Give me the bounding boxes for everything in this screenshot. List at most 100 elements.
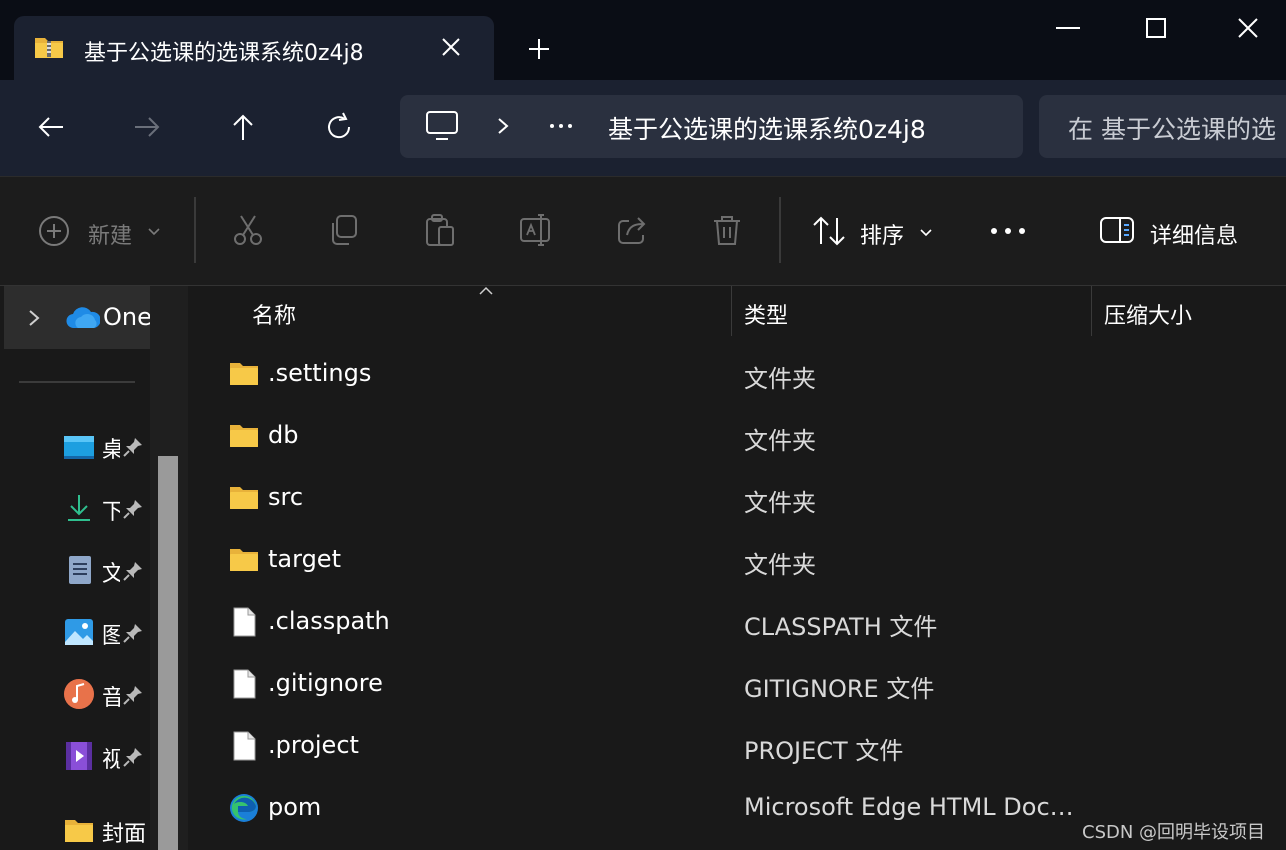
quick-access-label: 桌	[102, 438, 120, 463]
pin-icon	[123, 748, 142, 767]
pin-icon	[123, 624, 142, 643]
pin-icon	[123, 686, 142, 705]
breadcrumb-current[interactable]: 基于公选课的选课系统0z4j8	[608, 110, 926, 146]
file-row[interactable]: src 文件夹	[188, 470, 1286, 532]
this-pc-icon[interactable]	[424, 109, 460, 143]
chevron-right-icon[interactable]	[24, 307, 44, 329]
folder-icon	[230, 363, 258, 385]
minimize-icon[interactable]	[1050, 10, 1086, 46]
column-compressed-size[interactable]: 压缩大小	[1104, 298, 1192, 330]
zip-folder-icon	[35, 38, 63, 58]
quick-access-label: 下	[102, 500, 120, 525]
folder-icon	[230, 425, 258, 447]
cut-icon[interactable]	[231, 213, 265, 247]
nav-item-onedrive[interactable]: One	[4, 286, 152, 349]
file-row[interactable]: .gitignore GITIGNORE 文件	[188, 656, 1286, 718]
file-name: .project	[268, 731, 359, 759]
file-row[interactable]: .settings 文件夹	[188, 346, 1286, 408]
quick-access-pictures[interactable]: 图	[62, 612, 152, 652]
tab-active[interactable]: 基于公选课的选课系统0z4j8	[14, 16, 494, 80]
close-icon[interactable]	[1230, 10, 1266, 46]
file-row[interactable]: target 文件夹	[188, 532, 1286, 594]
folder-icon	[65, 820, 93, 842]
quick-access-videos[interactable]: 视	[62, 736, 152, 776]
file-row[interactable]: .classpath CLASSPATH 文件	[188, 594, 1286, 656]
new-tab-icon[interactable]	[524, 34, 554, 64]
file-name: .gitignore	[268, 669, 383, 697]
file-name: .classpath	[268, 607, 390, 635]
nav-scrollbar-thumb[interactable]	[158, 456, 178, 850]
file-type: 文件夹	[744, 365, 816, 393]
file-type: Microsoft Edge HTML Docu...	[744, 793, 1080, 821]
watermark-text: CSDN @回明毕设项目	[1082, 822, 1266, 843]
column-divider[interactable]	[1091, 286, 1092, 336]
up-arrow-icon[interactable]	[226, 110, 260, 144]
tab-close-icon[interactable]	[438, 34, 464, 60]
quick-access-music[interactable]: 音	[62, 674, 152, 714]
sort-icon	[813, 216, 845, 246]
chevron-right-icon[interactable]	[492, 115, 514, 137]
details-pane-button[interactable]: 详细信息	[1098, 213, 1268, 249]
quick-access-documents[interactable]: 文	[62, 550, 152, 590]
navigation-pane: One 桌 下 文 图 音 视 封面	[0, 286, 188, 850]
maximize-icon[interactable]	[1138, 10, 1174, 46]
file-type: 文件夹	[744, 489, 816, 517]
back-arrow-icon[interactable]	[34, 110, 68, 144]
toolbar-separator	[779, 197, 781, 263]
file-type: 文件夹	[744, 427, 816, 455]
address-toolbar: 基于公选课的选课系统0z4j8 在 基于公选课的选	[0, 80, 1286, 176]
plus-circle-icon	[39, 216, 69, 246]
edge-icon	[230, 794, 258, 822]
file-name: target	[268, 545, 341, 573]
details-pane-icon	[1100, 217, 1134, 243]
command-bar: 新建 排序 详细信息	[0, 176, 1286, 286]
sort-button[interactable]: 排序	[810, 213, 940, 249]
file-type: GITIGNORE 文件	[744, 675, 935, 703]
file-type: 文件夹	[744, 551, 816, 579]
chevron-down-icon	[148, 228, 160, 236]
title-bar: 基于公选课的选课系统0z4j8	[0, 0, 1286, 80]
chevron-down-icon	[920, 229, 932, 237]
delete-icon[interactable]	[710, 213, 744, 247]
more-path-icon[interactable]	[546, 111, 576, 141]
pictures-icon	[65, 619, 93, 645]
address-bar[interactable]: 基于公选课的选课系统0z4j8	[400, 95, 1023, 158]
rename-icon[interactable]	[519, 213, 553, 247]
column-name[interactable]: 名称	[252, 298, 296, 330]
quick-access-desktop[interactable]: 桌	[62, 426, 152, 466]
nav-divider	[19, 381, 135, 383]
file-name: pom	[268, 793, 322, 821]
quick-access-downloads[interactable]: 下	[62, 488, 152, 528]
file-icon	[233, 669, 256, 699]
nav-item-label: One	[103, 303, 152, 331]
videos-icon	[66, 742, 92, 770]
search-box[interactable]: 在 基于公选课的选	[1039, 95, 1286, 158]
new-button-label: 新建	[88, 224, 133, 249]
paste-icon[interactable]	[423, 213, 457, 247]
file-row[interactable]: .project PROJECT 文件	[188, 718, 1286, 780]
quick-access-cover-folder[interactable]: 封面	[62, 810, 152, 850]
folder-icon	[230, 549, 258, 571]
file-list: 名称 类型 压缩大小 .settings 文件夹 db 文件夹 src 文件夹 …	[188, 286, 1286, 850]
column-type[interactable]: 类型	[744, 298, 788, 330]
file-name: src	[268, 483, 304, 511]
file-name: .settings	[268, 359, 372, 387]
forward-arrow-icon[interactable]	[130, 110, 164, 144]
new-button[interactable]: 新建	[36, 213, 176, 249]
quick-access-label: 文	[102, 562, 120, 587]
pin-icon	[123, 562, 142, 581]
file-name: db	[268, 421, 299, 449]
more-options-icon[interactable]	[988, 213, 1028, 249]
sort-ascending-icon	[479, 286, 493, 295]
copy-icon[interactable]	[327, 213, 361, 247]
file-row[interactable]: db 文件夹	[188, 408, 1286, 470]
refresh-icon[interactable]	[322, 110, 356, 144]
column-divider[interactable]	[731, 286, 732, 336]
documents-icon	[69, 556, 91, 584]
share-icon[interactable]	[615, 213, 649, 247]
pin-icon	[123, 438, 142, 457]
pin-icon	[123, 500, 142, 519]
details-button-label: 详细信息	[1150, 224, 1239, 249]
quick-access-label: 图	[102, 624, 120, 649]
search-placeholder: 在 基于公选课的选	[1068, 115, 1276, 144]
